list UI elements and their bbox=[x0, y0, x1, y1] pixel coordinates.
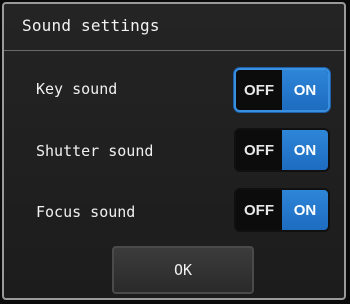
shutter-sound-on-option[interactable]: ON bbox=[282, 130, 328, 170]
focus-sound-off-option[interactable]: OFF bbox=[236, 190, 282, 230]
key-sound-toggle[interactable]: OFF ON bbox=[234, 68, 330, 112]
ok-button[interactable]: OK bbox=[112, 246, 254, 294]
key-sound-label: Key sound bbox=[36, 80, 118, 98]
focus-sound-label: Focus sound bbox=[36, 203, 136, 221]
shutter-sound-label: Shutter sound bbox=[36, 142, 154, 160]
dialog-title: Sound settings bbox=[22, 16, 160, 35]
shutter-sound-off-option[interactable]: OFF bbox=[236, 130, 282, 170]
title-divider bbox=[4, 50, 344, 51]
shutter-sound-toggle[interactable]: OFF ON bbox=[234, 128, 330, 172]
focus-sound-on-option[interactable]: ON bbox=[282, 190, 328, 230]
sound-settings-dialog: Sound settings Key sound OFF ON Shutter … bbox=[2, 2, 346, 300]
key-sound-off-option[interactable]: OFF bbox=[236, 70, 282, 110]
focus-sound-toggle[interactable]: OFF ON bbox=[234, 188, 330, 232]
key-sound-on-option[interactable]: ON bbox=[282, 70, 328, 110]
screen: Sound settings Key sound OFF ON Shutter … bbox=[0, 0, 350, 304]
